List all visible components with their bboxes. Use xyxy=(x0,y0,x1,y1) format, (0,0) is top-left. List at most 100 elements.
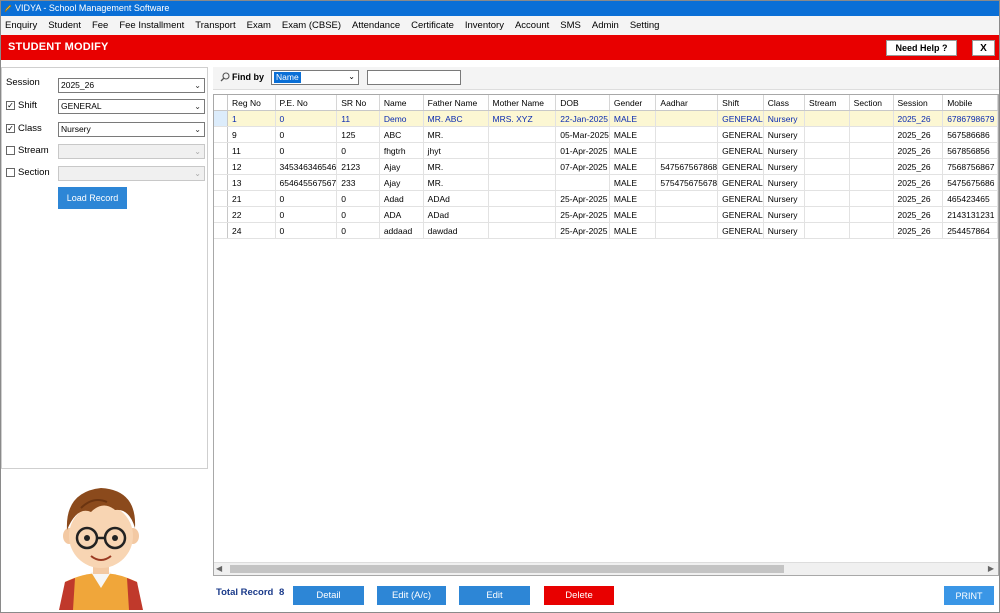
table-cell[interactable]: 2143131231 xyxy=(942,206,998,223)
column-header[interactable]: Shift xyxy=(717,95,764,111)
table-cell[interactable]: 2025_26 xyxy=(893,222,944,239)
row-header[interactable] xyxy=(214,222,229,239)
table-cell[interactable]: 9 xyxy=(227,126,276,143)
table-cell[interactable]: 21 xyxy=(227,190,276,207)
column-header[interactable]: Aadhar xyxy=(655,95,719,111)
table-cell[interactable]: 254457864 xyxy=(942,222,998,239)
table-cell[interactable]: 0 xyxy=(275,206,338,223)
table-cell[interactable]: 01-Apr-2025 xyxy=(555,142,610,159)
row-header[interactable] xyxy=(214,206,229,223)
table-cell[interactable]: 0 xyxy=(275,222,338,239)
table-row[interactable]: 1 0 11 Demo MR. ABC MRS. XYZ 22-Jan-2025 MALE GE… xyxy=(214,110,998,127)
table-cell[interactable]: 0 xyxy=(275,110,338,127)
table-cell[interactable]: Adad xyxy=(379,190,424,207)
table-cell[interactable]: 547567567868 xyxy=(655,158,719,175)
table-cell[interactable] xyxy=(849,142,894,159)
table-cell[interactable]: 0 xyxy=(336,190,380,207)
column-header[interactable]: Section xyxy=(849,95,894,111)
menu-fee[interactable]: Fee xyxy=(88,20,112,31)
table-cell[interactable]: 2123 xyxy=(336,158,380,175)
table-cell[interactable] xyxy=(655,142,719,159)
table-cell[interactable]: 2025_26 xyxy=(893,206,944,223)
column-header[interactable]: Reg No xyxy=(227,95,276,111)
table-cell[interactable] xyxy=(804,174,850,191)
table-cell[interactable]: 12 xyxy=(227,158,276,175)
column-header[interactable]: Name xyxy=(379,95,424,111)
table-cell[interactable]: MR. xyxy=(423,158,489,175)
menu-setting[interactable]: Setting xyxy=(626,20,664,31)
table-cell[interactable]: GENERAL xyxy=(717,126,764,143)
table-cell[interactable]: 345346346546 xyxy=(275,158,338,175)
table-cell[interactable]: MALE xyxy=(609,206,657,223)
table-cell[interactable] xyxy=(488,206,557,223)
table-cell[interactable]: Nursery xyxy=(763,126,806,143)
table-cell[interactable]: 6786798679 xyxy=(942,110,998,127)
table-cell[interactable]: ADA xyxy=(379,206,424,223)
stream-select[interactable]: ⌄ xyxy=(58,144,205,159)
table-cell[interactable] xyxy=(849,158,894,175)
menu-admin[interactable]: Admin xyxy=(588,20,623,31)
table-cell[interactable]: GENERAL xyxy=(717,174,764,191)
table-cell[interactable]: MALE xyxy=(609,190,657,207)
row-header[interactable] xyxy=(214,126,229,143)
table-cell[interactable] xyxy=(655,126,719,143)
table-cell[interactable]: 05-Mar-2025 xyxy=(555,126,610,143)
table-cell[interactable]: Ajay xyxy=(379,158,424,175)
table-row[interactable]: 13 654645567567 233 Ajay MR. MALE 575475675678… xyxy=(214,174,998,191)
table-cell[interactable]: 567586686 xyxy=(942,126,998,143)
table-cell[interactable] xyxy=(655,190,719,207)
table-cell[interactable] xyxy=(849,174,894,191)
table-cell[interactable]: 5475675686 xyxy=(942,174,998,191)
table-cell[interactable]: ADad xyxy=(423,206,489,223)
table-cell[interactable]: 25-Apr-2025 xyxy=(555,222,610,239)
column-header[interactable]: Session xyxy=(893,95,944,111)
scroll-right-icon[interactable]: ▶ xyxy=(988,564,994,573)
table-cell[interactable]: MRS. XYZ xyxy=(488,110,557,127)
menu-sms[interactable]: SMS xyxy=(556,20,585,31)
load-record-button[interactable]: Load Record xyxy=(58,187,127,209)
table-cell[interactable]: addaad xyxy=(379,222,424,239)
table-cell[interactable]: 465423465 xyxy=(942,190,998,207)
horizontal-scrollbar[interactable]: ◀ ▶ xyxy=(214,562,998,575)
table-cell[interactable] xyxy=(488,190,557,207)
column-header[interactable]: Mobile xyxy=(942,95,998,111)
row-header[interactable] xyxy=(214,142,229,159)
table-cell[interactable]: MR. xyxy=(423,126,489,143)
table-cell[interactable]: 654645567567 xyxy=(275,174,338,191)
table-cell[interactable] xyxy=(488,126,557,143)
table-cell[interactable]: Nursery xyxy=(763,206,806,223)
table-cell[interactable]: Nursery xyxy=(763,222,806,239)
edit-account-button[interactable]: Edit (A/c) xyxy=(377,586,446,605)
table-row[interactable]: 9 0 125 ABC MR. 05-Mar-2025 MALE GENERAL Nursery… xyxy=(214,126,998,143)
table-cell[interactable]: Nursery xyxy=(763,174,806,191)
table-cell[interactable]: Nursery xyxy=(763,142,806,159)
detail-button[interactable]: Detail xyxy=(293,586,364,605)
table-cell[interactable]: 2025_26 xyxy=(893,174,944,191)
menu-certificate[interactable]: Certificate xyxy=(407,20,458,31)
table-cell[interactable] xyxy=(488,174,557,191)
table-cell[interactable]: 575475675678 xyxy=(655,174,719,191)
table-row[interactable]: 12 345346346546 2123 Ajay MR. 07-Apr-2025 MALE… xyxy=(214,158,998,175)
class-select[interactable]: Nursery ⌄ xyxy=(58,122,205,137)
table-cell[interactable]: MR. xyxy=(423,174,489,191)
table-cell[interactable]: GENERAL xyxy=(717,142,764,159)
need-help-button[interactable]: Need Help ? xyxy=(886,40,957,56)
table-cell[interactable]: 7568756867 xyxy=(942,158,998,175)
column-header[interactable]: Stream xyxy=(804,95,850,111)
table-cell[interactable]: 1 xyxy=(227,110,276,127)
print-button[interactable]: PRINT xyxy=(944,586,994,605)
table-cell[interactable]: MR. ABC xyxy=(423,110,489,127)
table-cell[interactable]: 0 xyxy=(275,190,338,207)
table-cell[interactable]: 0 xyxy=(275,142,338,159)
column-header[interactable]: DOB xyxy=(555,95,610,111)
table-cell[interactable]: 25-Apr-2025 xyxy=(555,206,610,223)
table-cell[interactable]: fhgtrh xyxy=(379,142,424,159)
delete-button[interactable]: Delete xyxy=(544,586,614,605)
table-cell[interactable] xyxy=(655,110,719,127)
table-cell[interactable]: 2025_26 xyxy=(893,158,944,175)
find-by-select[interactable]: Name ⌄ xyxy=(271,70,359,85)
table-cell[interactable] xyxy=(488,158,557,175)
table-cell[interactable] xyxy=(804,190,850,207)
table-cell[interactable]: 0 xyxy=(336,206,380,223)
table-cell[interactable]: jhyt xyxy=(423,142,489,159)
